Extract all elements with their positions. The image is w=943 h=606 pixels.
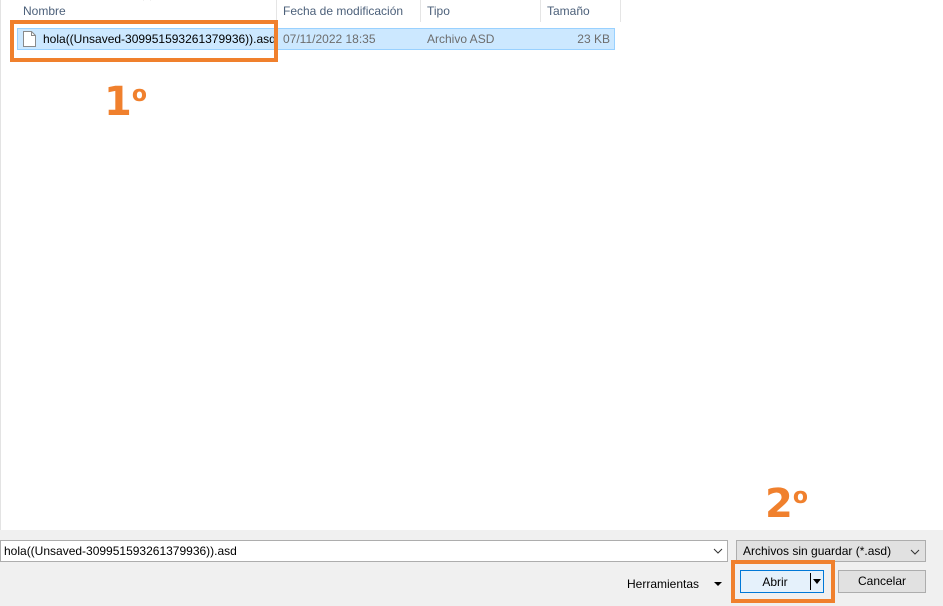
file-size: 23 KB (577, 32, 610, 46)
file-type-filter-select[interactable]: Archivos sin guardar (*.asd) (736, 540, 926, 562)
column-header-modified[interactable]: Fecha de modificación (283, 0, 403, 22)
filename-combobox[interactable] (0, 540, 728, 562)
column-separator[interactable] (420, 0, 421, 22)
file-modified: 07/11/2022 18:35 (283, 32, 376, 46)
tools-menu-button[interactable]: Herramientas (627, 574, 699, 594)
annotation-box-step-2 (731, 560, 835, 603)
cancel-button[interactable]: Cancelar (838, 570, 926, 593)
file-type-filter-value: Archivos sin guardar (*.asd) (743, 544, 892, 558)
annotation-box-step-1 (10, 20, 278, 62)
file-type: Archivo ASD (427, 32, 495, 46)
chevron-down-icon (910, 549, 920, 555)
tools-dropdown-icon[interactable] (714, 582, 722, 586)
column-separator[interactable] (540, 0, 541, 22)
column-header-name[interactable]: Nombre (23, 0, 66, 22)
list-pane-edge (0, 0, 1, 530)
column-separator[interactable] (276, 0, 277, 22)
column-header-size[interactable]: Tamaño (547, 0, 590, 22)
filename-input[interactable] (4, 542, 704, 560)
column-header-type[interactable]: Tipo (427, 0, 450, 22)
column-separator[interactable] (620, 0, 621, 22)
chevron-down-icon[interactable] (713, 546, 723, 556)
annotation-step-2: 2o (765, 481, 808, 527)
sort-up-icon (143, 0, 151, 1)
annotation-step-1: 1o (104, 79, 147, 125)
